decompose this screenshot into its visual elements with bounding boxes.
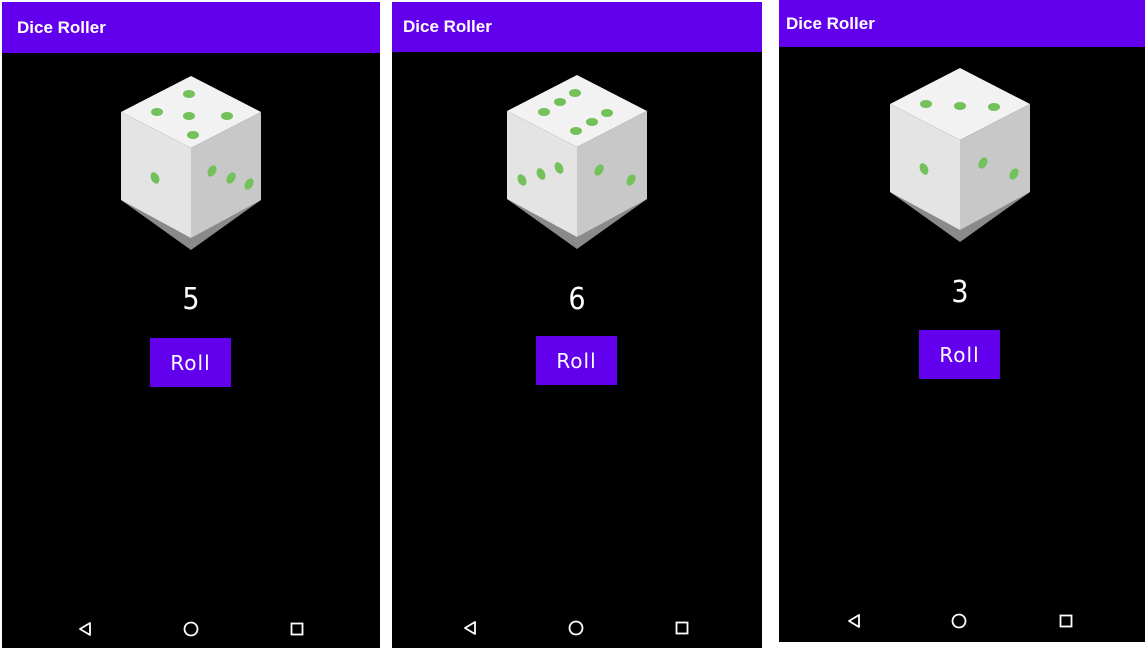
dice-image: [880, 66, 1040, 250]
app-bar: Dice Roller: [779, 0, 1145, 47]
back-triangle-icon: [79, 622, 91, 636]
pip: [554, 98, 566, 106]
back-button[interactable]: [455, 613, 485, 643]
pip: [221, 112, 233, 120]
dice-image: [111, 74, 271, 258]
back-button[interactable]: [839, 606, 869, 636]
pip: [954, 102, 966, 110]
pip: [570, 127, 582, 135]
pip: [601, 109, 613, 117]
recents-square-icon: [1059, 614, 1073, 628]
app-title: Dice Roller: [403, 17, 492, 36]
pip: [151, 108, 163, 116]
app-title: Dice Roller: [17, 17, 106, 37]
dice-image: [497, 73, 657, 257]
roll-button[interactable]: Roll: [150, 338, 231, 387]
app-title: Dice Roller: [786, 13, 875, 33]
phone-screen-2: Dice Roller 6 Roll: [392, 2, 762, 648]
phone-screen-3: Dice Roller 3 Roll: [779, 0, 1145, 642]
pip: [183, 90, 195, 98]
home-button[interactable]: [561, 613, 591, 643]
home-circle-icon: [951, 613, 967, 629]
pip: [586, 118, 598, 126]
navigation-bar: [779, 606, 1145, 636]
pip: [920, 100, 932, 108]
result-text: 6: [568, 282, 586, 317]
pip: [569, 89, 581, 97]
home-circle-icon: [183, 621, 199, 637]
pip: [988, 103, 1000, 111]
pip: [183, 112, 195, 120]
recents-square-icon: [290, 622, 304, 636]
pip: [538, 108, 550, 116]
pip: [187, 131, 199, 139]
recents-button[interactable]: [667, 613, 697, 643]
back-triangle-icon: [848, 614, 860, 628]
result-text: 5: [182, 282, 200, 317]
recents-button[interactable]: [1051, 606, 1081, 636]
app-bar: Dice Roller: [2, 2, 380, 53]
back-button[interactable]: [70, 614, 100, 644]
roll-button[interactable]: Roll: [919, 330, 1000, 379]
back-triangle-icon: [464, 621, 476, 635]
app-bar: Dice Roller: [392, 2, 762, 52]
home-button[interactable]: [944, 606, 974, 636]
phone-screen-1: Dice Roller 5 Roll: [2, 2, 380, 648]
recents-button[interactable]: [282, 614, 312, 644]
home-circle-icon: [568, 620, 584, 636]
roll-button[interactable]: Roll: [536, 336, 617, 385]
result-text: 3: [951, 275, 969, 310]
navigation-bar: [392, 613, 762, 643]
recents-square-icon: [675, 621, 689, 635]
home-button[interactable]: [176, 614, 206, 644]
navigation-bar: [2, 614, 380, 644]
